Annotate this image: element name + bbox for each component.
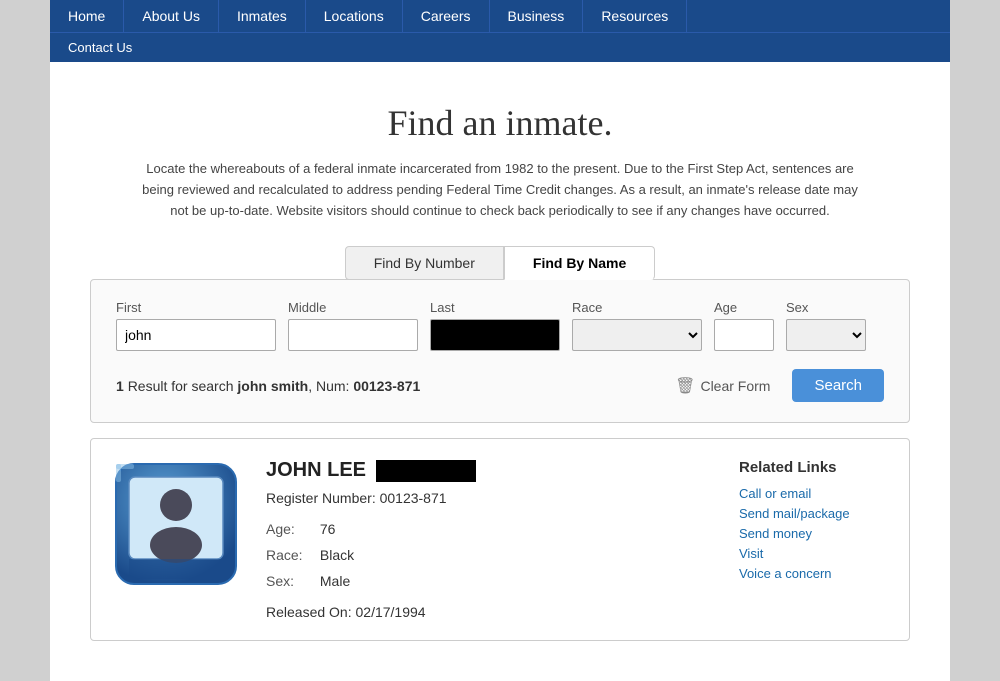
results-actions: 🗑 Clear Form Search [663, 369, 884, 402]
nav-careers[interactable]: Careers [403, 0, 490, 32]
results-search-name: john smith [237, 378, 308, 394]
results-num-value: 00123-871 [353, 378, 420, 394]
age-detail-value: 76 [320, 521, 336, 537]
race-detail-label: Race: [266, 544, 316, 568]
avatar-icon [111, 459, 241, 589]
nav-sub-bar: Contact Us [50, 32, 950, 62]
inmate-last-name-redacted [376, 460, 476, 482]
nav-contact[interactable]: Contact Us [50, 33, 150, 62]
page-title: Find an inmate. [90, 102, 910, 144]
age-detail-label: Age: [266, 518, 316, 542]
nav-business[interactable]: Business [490, 0, 584, 32]
result-card: JOHN LEE Register Number: 00123-871 Age:… [90, 438, 910, 640]
released-label: Released On: [266, 604, 352, 620]
race-detail-value: Black [320, 547, 354, 563]
tab-find-by-name[interactable]: Find By Name [504, 246, 655, 280]
reg-value: 00123-871 [380, 490, 447, 506]
reg-label: Register Number: [266, 490, 376, 506]
first-field-group: First [116, 300, 276, 351]
link-send-mail[interactable]: Send mail/package [739, 506, 889, 521]
nav-bar: Home About Us Inmates Locations Careers … [50, 0, 950, 32]
sex-detail-label: Sex: [266, 570, 316, 594]
released-row: Released On: 02/17/1994 [266, 604, 714, 620]
search-tabs: Find By Number Find By Name [90, 246, 910, 280]
nav-resources[interactable]: Resources [583, 0, 687, 32]
sex-select[interactable]: Female Male [786, 319, 866, 351]
search-box: First Middle Last Race Asian Bla [90, 279, 910, 423]
fields-row: First Middle Last Race Asian Bla [116, 300, 884, 351]
age-label: Age [714, 300, 774, 315]
sex-detail-value: Male [320, 573, 350, 589]
middle-input[interactable] [288, 319, 418, 351]
results-bar: 1 Result for search john smith, Num: 001… [116, 369, 884, 402]
inmate-info: JOHN LEE Register Number: 00123-871 Age:… [266, 459, 714, 619]
released-value: 02/17/1994 [356, 604, 426, 620]
clear-label: Clear Form [700, 378, 770, 394]
nav-locations[interactable]: Locations [306, 0, 403, 32]
last-field-group: Last [430, 300, 560, 351]
age-input[interactable] [714, 319, 774, 351]
nav-home[interactable]: Home [50, 0, 124, 32]
first-input[interactable] [116, 319, 276, 351]
race-label: Race [572, 300, 702, 315]
race-select[interactable]: Asian Black Native American Unknown Whit… [572, 319, 702, 351]
clear-form-button[interactable]: 🗑 Clear Form [663, 370, 782, 402]
nav-inmates[interactable]: Inmates [219, 0, 306, 32]
last-input[interactable] [430, 319, 560, 351]
link-send-money[interactable]: Send money [739, 526, 889, 541]
tab-find-by-number[interactable]: Find By Number [345, 246, 504, 280]
main-content: Find an inmate. Locate the whereabouts o… [50, 62, 950, 681]
link-visit[interactable]: Visit [739, 546, 889, 561]
age-field-group: Age [714, 300, 774, 351]
sex-field-group: Sex Female Male [786, 300, 866, 351]
link-voice-concern[interactable]: Voice a concern [739, 566, 889, 581]
page-description: Locate the whereabouts of a federal inma… [140, 159, 860, 221]
reg-number-row: Register Number: 00123-871 [266, 490, 714, 506]
sex-row: Sex: Male [266, 570, 714, 594]
avatar-container [111, 459, 241, 589]
page-wrapper: Home About Us Inmates Locations Careers … [50, 0, 950, 681]
results-num-label: Num: [316, 378, 349, 394]
age-row: Age: 76 [266, 518, 714, 542]
link-call-email[interactable]: Call or email [739, 486, 889, 501]
related-links: Related Links Call or email Send mail/pa… [739, 459, 889, 586]
middle-field-group: Middle [288, 300, 418, 351]
trash-icon: 🗑 [675, 376, 695, 396]
first-label: First [116, 300, 276, 315]
inmate-first-name: JOHN LEE [266, 459, 366, 482]
related-links-title: Related Links [739, 459, 889, 476]
race-row: Race: Black [266, 544, 714, 568]
results-text: 1 Result for search john smith, Num: 001… [116, 378, 420, 394]
nav-about[interactable]: About Us [124, 0, 219, 32]
search-button[interactable]: Search [792, 369, 884, 402]
race-field-group: Race Asian Black Native American Unknown… [572, 300, 702, 351]
middle-label: Middle [288, 300, 418, 315]
last-label: Last [430, 300, 560, 315]
results-count: 1 [116, 378, 124, 394]
sex-label: Sex [786, 300, 866, 315]
inmate-name-row: JOHN LEE [266, 459, 714, 482]
results-label: Result for search [128, 378, 234, 394]
